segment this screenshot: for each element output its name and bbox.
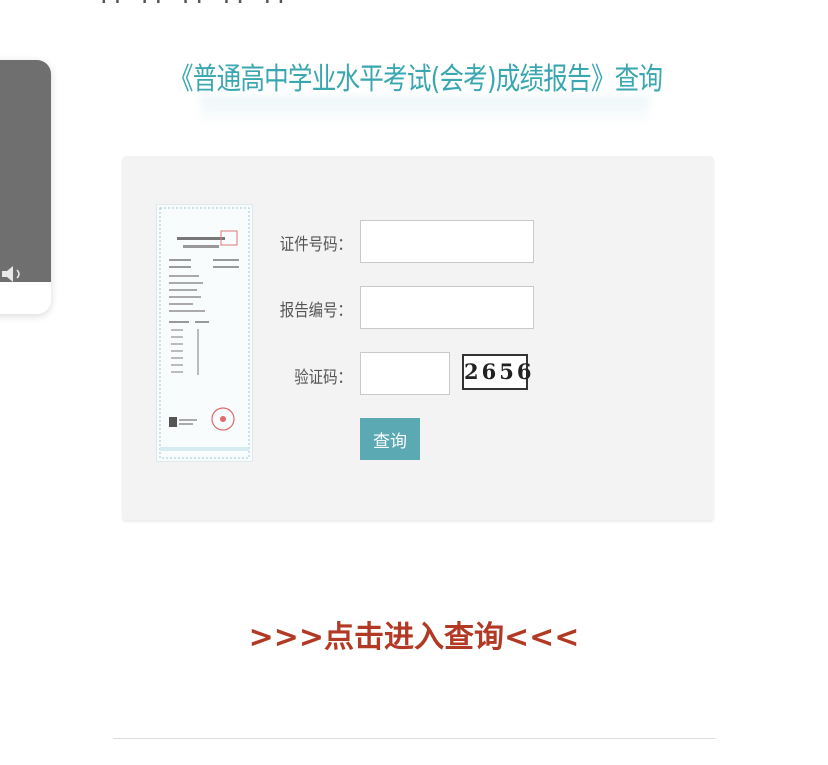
page: ·· ·· ·· ·· ·· 《普通高中学业水平考试(会考)成绩报告》查询 证件… <box>0 0 828 765</box>
report-number-input[interactable] <box>360 286 534 329</box>
title-reflection <box>200 96 650 126</box>
query-button[interactable]: 查询 <box>360 418 420 460</box>
speaker-icon[interactable] <box>0 265 28 283</box>
certificate-image <box>156 204 253 462</box>
id-number-label: 证件号码： <box>279 235 352 255</box>
captcha-label: 验证码： <box>294 368 352 388</box>
id-number-input[interactable] <box>360 220 534 263</box>
player-control-bar <box>0 282 51 314</box>
bottom-divider <box>113 738 715 739</box>
captcha-image[interactable]: 2656 <box>462 354 531 390</box>
captcha-input[interactable] <box>360 352 450 395</box>
query-form-card: 证件号码： 报告编号： 验证码： 2656 查询 <box>122 156 714 520</box>
report-number-label: 报告编号： <box>279 301 352 321</box>
top-cut-text: ·· ·· ·· ·· ·· <box>100 0 291 16</box>
floating-video-player[interactable] <box>0 60 51 314</box>
page-title: 《普通高中学业水平考试(会考)成绩报告》查询 <box>169 62 663 97</box>
video-area[interactable] <box>0 60 51 282</box>
enter-query-link[interactable]: >>>点击进入查询<<< <box>0 612 828 656</box>
